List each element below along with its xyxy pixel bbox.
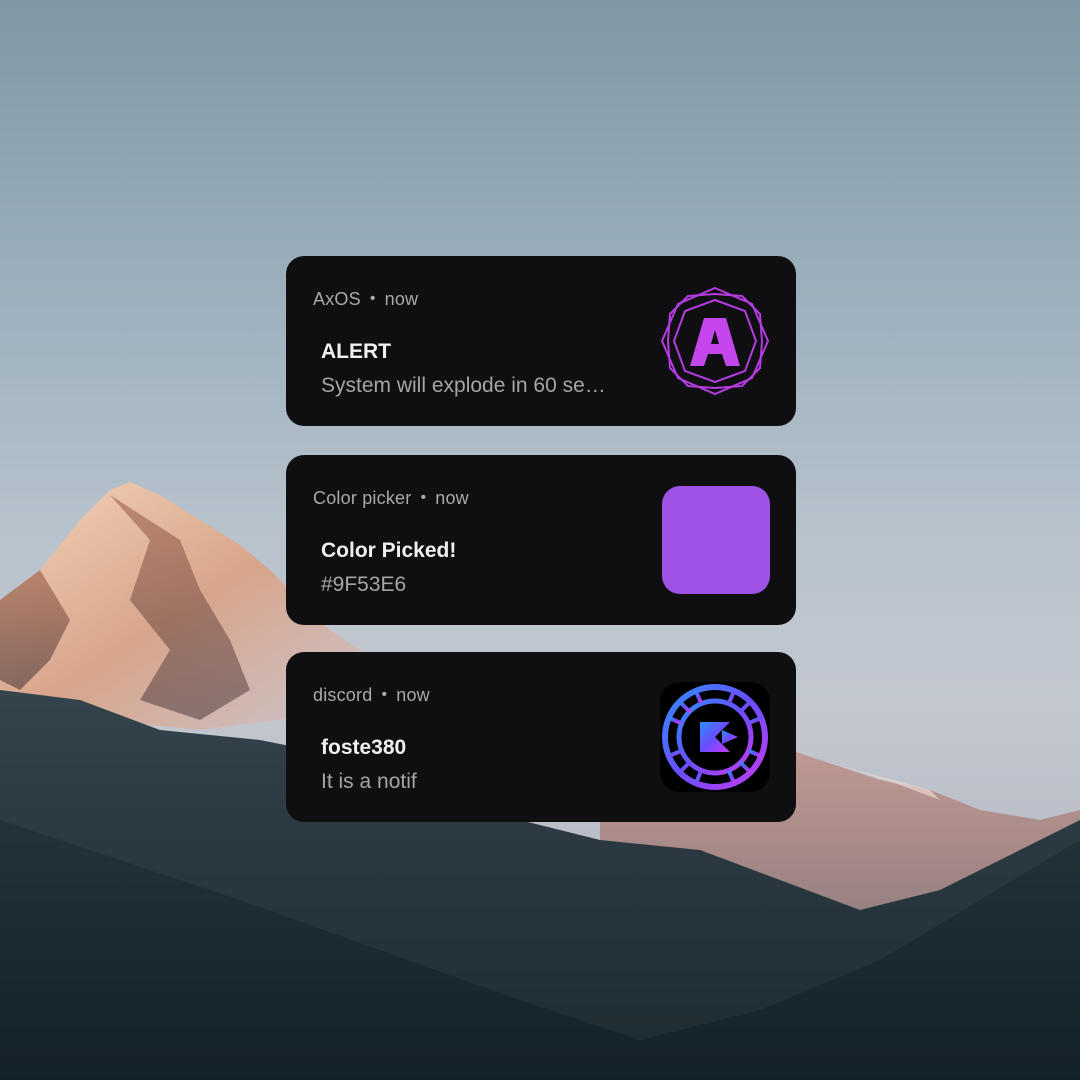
notification-app-name: discord xyxy=(313,685,373,705)
notification-title: foste380 xyxy=(321,736,407,759)
notification-meta: Color picker • now xyxy=(313,488,469,509)
notification-body: System will explode in 60 se… xyxy=(321,374,606,397)
notification-app-name: AxOS xyxy=(313,289,361,309)
notification-card-color-picker[interactable]: Color picker • now Color Picked! #9F53E6 xyxy=(286,455,796,625)
color-swatch xyxy=(662,486,770,594)
notification-meta: AxOS • now xyxy=(313,289,418,310)
meta-separator: • xyxy=(369,290,376,307)
meta-separator: • xyxy=(420,489,427,506)
notification-app-name: Color picker xyxy=(313,488,412,508)
notification-time: now xyxy=(396,685,430,705)
notification-meta: discord • now xyxy=(313,685,430,706)
notification-time: now xyxy=(384,289,419,309)
notification-title: Color Picked! xyxy=(321,539,457,562)
notification-body: #9F53E6 xyxy=(321,573,407,596)
notification-card-axos[interactable]: AxOS • now ALERT System will explode in 60… xyxy=(286,256,796,426)
discord-avatar-icon xyxy=(660,682,770,792)
notification-title: ALERT xyxy=(321,340,391,363)
notification-time: now xyxy=(435,488,469,508)
axos-logo-icon xyxy=(660,286,770,396)
notification-card-discord[interactable]: discord • now foste380 It is a notif xyxy=(286,652,796,822)
meta-separator: • xyxy=(381,686,388,703)
notification-body: It is a notif xyxy=(321,770,417,793)
